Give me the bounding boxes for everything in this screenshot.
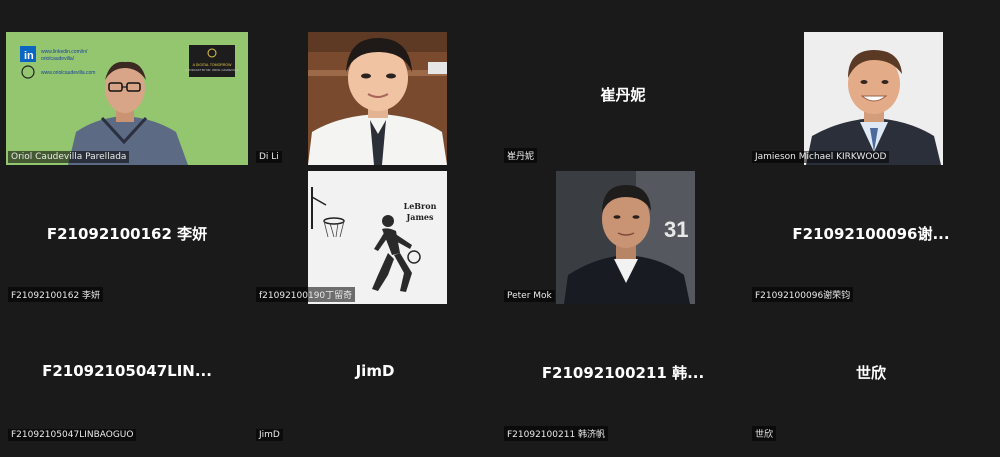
participant-display-name: 世欣 xyxy=(855,364,886,382)
participant-tile[interactable]: in www.linkedin.com/in/ oriolcaudevilla/… xyxy=(6,32,248,165)
participant-display-name: F21092100162 李妍 xyxy=(46,225,208,243)
participant-display-name: 崔丹妮 xyxy=(600,86,646,104)
link-text-3: www.oriolcaudevilla.com xyxy=(41,70,95,76)
participant-tile[interactable]: JimD JimD xyxy=(254,310,496,443)
svg-text:A PODCAST BY DR. ORIOL CAUDEVI: A PODCAST BY DR. ORIOL CAUDEVILLA xyxy=(185,68,239,72)
video-feed-jamieson xyxy=(804,32,943,165)
wall-text-1: LeBron xyxy=(404,201,437,211)
participant-name-label: f21092100190丁留奇 xyxy=(256,287,356,302)
participant-name-label: Peter Mok xyxy=(504,290,555,302)
participant-video: 31 xyxy=(556,171,695,304)
video-feed-oriol: in www.linkedin.com/in/ oriolcaudevilla/… xyxy=(6,32,248,165)
participant-display-name: F21092105047LIN... xyxy=(42,362,212,380)
podcast-badge xyxy=(189,45,235,77)
participant-name-label: 世欣 xyxy=(752,426,777,441)
participant-video xyxy=(308,32,447,165)
participant-tile[interactable]: LeBron James f21092100190丁留奇 xyxy=(254,171,496,304)
svg-text:31: 31 xyxy=(664,217,688,242)
participant-name-label: F21092100096谢荣钧 xyxy=(752,287,854,302)
participant-tile[interactable]: F21092100211 韩... F21092100211 韩济帆 xyxy=(502,310,744,443)
participant-name-label: Di Li xyxy=(256,151,282,163)
participant-display-name: JimD xyxy=(355,362,395,380)
participant-name-label: JimD xyxy=(256,429,283,441)
participant-name-label: Jamieson Michael KIRKWOOD xyxy=(752,151,890,163)
participant-tile[interactable]: 世欣 世欣 xyxy=(750,310,992,443)
participant-name-label: F21092100162 李妍 xyxy=(8,287,104,302)
participant-tile[interactable]: 崔丹妮 崔丹妮 xyxy=(502,32,744,165)
participant-display-name: F21092100096谢... xyxy=(792,225,950,243)
participant-tile[interactable]: F21092105047LIN... F21092105047LINBAOGUO xyxy=(6,310,248,443)
participant-name-label: 崔丹妮 xyxy=(504,148,538,163)
gallery-grid: in www.linkedin.com/in/ oriolcaudevilla/… xyxy=(6,32,992,443)
video-feed-peter-mok: 31 xyxy=(556,171,695,304)
wall-text-2: James xyxy=(405,212,434,222)
participant-name-label: Oriol Caudevilla Parellada xyxy=(8,151,130,163)
participant-video: in www.linkedin.com/in/ oriolcaudevilla/… xyxy=(6,32,248,165)
link-text-1: www.linkedin.com/in/ xyxy=(41,49,88,55)
svg-text:in: in xyxy=(24,50,34,62)
participant-display-name: F21092100211 韩... xyxy=(541,364,705,382)
participant-tile[interactable]: F21092100162 李妍 F21092100162 李妍 xyxy=(6,171,248,304)
participant-video xyxy=(804,32,943,165)
participant-tile[interactable]: Jamieson Michael KIRKWOOD xyxy=(750,32,992,165)
participant-name-label: F21092105047LINBAOGUO xyxy=(8,429,137,441)
link-text-2: oriolcaudevilla/ xyxy=(41,56,75,62)
participant-video: LeBron James xyxy=(308,171,447,304)
participant-tile[interactable]: Di Li xyxy=(254,32,496,165)
participant-tile[interactable]: F21092100096谢... F21092100096谢荣钧 xyxy=(750,171,992,304)
video-feed-di-li xyxy=(308,32,447,165)
video-feed-lebron-wall: LeBron James xyxy=(308,171,447,304)
participant-tile[interactable]: 31 Peter Mok xyxy=(502,171,744,304)
participant-name-label: F21092100211 韩济帆 xyxy=(504,426,609,441)
svg-text:A DIGITAL TOMORROW: A DIGITAL TOMORROW xyxy=(193,63,232,67)
